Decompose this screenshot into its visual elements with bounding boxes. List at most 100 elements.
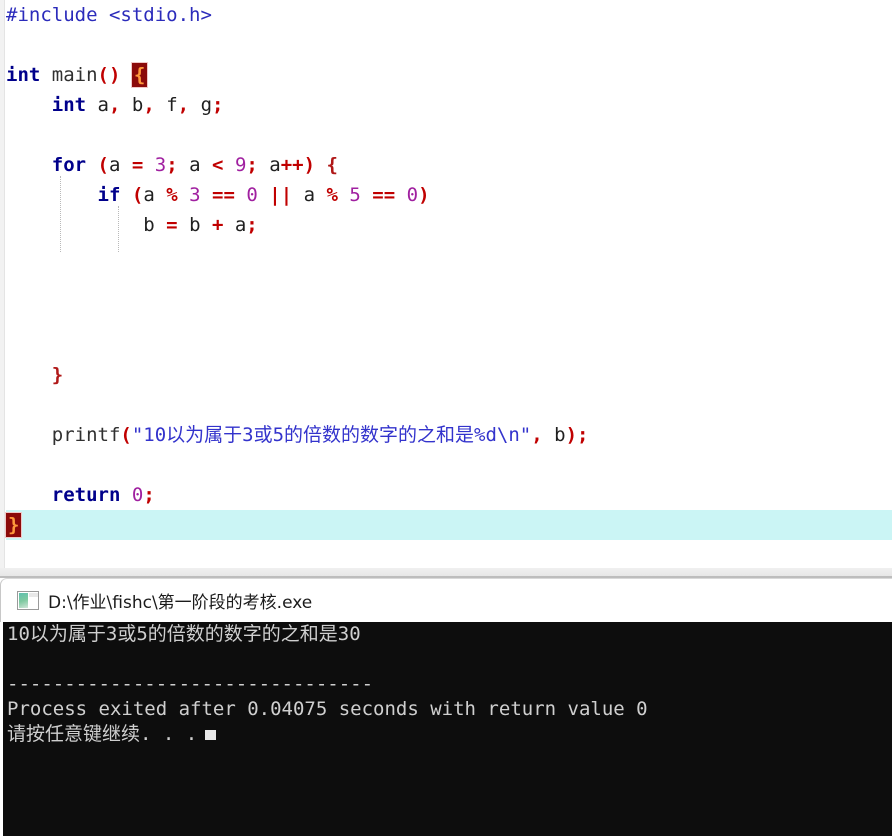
code-line[interactable] <box>6 270 892 300</box>
code-line[interactable] <box>6 240 892 270</box>
code-editor-pane[interactable]: #include <stdio.h> int main() { int a, b,… <box>0 0 892 578</box>
console-line: -------------------------------- <box>7 673 374 695</box>
console-lines: 10以为属于3或5的倍数的数字的之和是30 -------------------… <box>0 622 892 747</box>
code-token: { <box>326 154 338 176</box>
code-line[interactable] <box>6 450 892 480</box>
code-token: a <box>109 154 132 176</box>
code-token: || <box>269 184 293 206</box>
indent-guide <box>60 176 61 252</box>
code-line[interactable]: #include <stdio.h> <box>6 0 892 30</box>
code-token: { <box>130 62 149 88</box>
code-line[interactable] <box>6 120 892 150</box>
console-left-border <box>0 622 3 836</box>
console-line: 请按任意键继续. . . <box>0 722 892 747</box>
code-token: < <box>212 154 224 176</box>
code-text-area[interactable]: #include <stdio.h> int main() { int a, b,… <box>4 0 892 578</box>
code-line[interactable]: } <box>4 510 892 540</box>
console-title-text: D:\作业\fishc\第一阶段的考核.exe <box>48 593 313 613</box>
code-token: a <box>177 154 213 176</box>
code-token: 3 <box>154 154 167 176</box>
console-line: 10以为属于3或5的倍数的数字的之和是30 <box>7 623 361 645</box>
code-token: return <box>51 484 121 506</box>
code-token: , <box>177 94 190 116</box>
code-token: b <box>542 424 566 446</box>
code-token: ( <box>131 184 144 206</box>
code-token: main <box>51 64 98 86</box>
code-line[interactable]: b = b + a; <box>6 210 892 240</box>
code-token: , <box>531 424 543 446</box>
code-token: 3 <box>189 184 201 206</box>
code-token: = <box>166 214 178 236</box>
code-token: ; <box>246 154 258 176</box>
code-token: printf <box>51 424 121 446</box>
code-token: b <box>143 214 167 236</box>
code-token: 0 <box>131 484 144 506</box>
code-token: int <box>6 64 41 86</box>
code-token: ; <box>166 154 178 176</box>
code-line[interactable]: } <box>6 360 892 390</box>
code-token: g <box>189 94 213 116</box>
code-token: ++ <box>280 154 304 176</box>
code-token: == <box>372 184 396 206</box>
code-line[interactable] <box>6 30 892 60</box>
code-token: 9 <box>234 154 247 176</box>
code-line[interactable]: if (a % 3 == 0 || a % 5 == 0) <box>6 180 892 210</box>
code-token: a <box>143 184 167 206</box>
code-token: b <box>177 214 212 236</box>
console-cursor <box>205 730 217 740</box>
code-line[interactable]: int a, b, f, g; <box>6 90 892 120</box>
code-token: ( <box>120 424 132 446</box>
code-token: ; <box>212 94 224 116</box>
code-line[interactable] <box>6 390 892 420</box>
code-token: 0 <box>246 184 258 206</box>
code-token: % <box>326 184 338 206</box>
code-token: 0 <box>406 184 419 206</box>
console-window[interactable]: D:\作业\fishc\第一阶段的考核.exe 10以为属于3或5的倍数的数字的… <box>0 578 892 836</box>
code-token: ; <box>143 484 155 506</box>
code-line[interactable]: return 0; <box>6 480 892 510</box>
console-output-area[interactable]: 10以为属于3或5的倍数的数字的之和是30 -------------------… <box>0 622 892 836</box>
code-token: int <box>51 94 87 116</box>
code-token: a <box>292 184 327 206</box>
console-window-icon <box>17 591 39 610</box>
code-token: a <box>257 154 281 176</box>
indent-guide <box>118 206 119 252</box>
code-token: 5 <box>349 184 361 206</box>
code-token: if <box>97 184 121 206</box>
code-token: b <box>120 94 144 116</box>
code-token: + <box>211 214 224 236</box>
code-line[interactable]: printf("10以为属于3或5的倍数的数字的之和是%d\n", b); <box>6 420 892 450</box>
panel-splitter[interactable] <box>0 568 892 578</box>
code-line[interactable]: int main() { <box>6 60 892 90</box>
console-titlebar[interactable]: D:\作业\fishc\第一阶段的考核.exe <box>0 578 892 622</box>
code-line[interactable] <box>6 300 892 330</box>
code-token: for <box>51 154 87 176</box>
code-token: #include <stdio.h> <box>6 4 212 26</box>
code-line[interactable] <box>6 330 892 360</box>
code-token: , <box>143 94 155 116</box>
code-token: "10以为属于3或5的倍数的数字的之和是%d\n" <box>131 424 532 446</box>
code-token: f <box>154 94 178 116</box>
code-token: , <box>108 94 121 116</box>
code-token: a <box>223 214 247 236</box>
code-token: } <box>51 364 64 386</box>
code-token: () <box>97 64 121 86</box>
code-line[interactable]: for (a = 3; a < 9; a++) { <box>6 150 892 180</box>
code-token: ) <box>303 154 316 176</box>
code-token: ) <box>565 424 578 446</box>
